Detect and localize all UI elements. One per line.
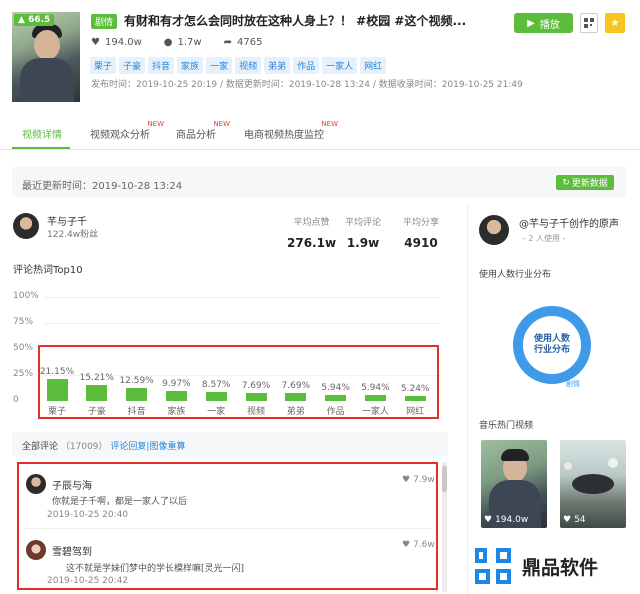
comment-user[interactable]: 雪碧驾到 — [52, 543, 92, 558]
comment-avatar[interactable] — [26, 540, 46, 560]
play-button[interactable]: ▶ 播放 — [514, 13, 573, 33]
comments-count: （17009） — [60, 442, 108, 452]
bar-一家人[interactable] — [364, 394, 386, 401]
bar-一家[interactable] — [205, 392, 227, 401]
heart-icon: ♥ — [484, 515, 493, 525]
category-label: 一家人 — [361, 407, 389, 417]
category-label: 弟弟 — [286, 407, 305, 417]
bar-value-label: 7.69% — [281, 381, 311, 391]
video-like-count: ♥ 194.0w — [484, 515, 529, 525]
bar-value-label: 5.94% — [321, 382, 350, 393]
category-label: 一家 — [207, 407, 226, 417]
watermark-logo: 鼎品软件 — [468, 543, 603, 589]
grid-line — [44, 323, 440, 324]
category-label: 抖音 — [127, 407, 146, 417]
bar-视频[interactable] — [245, 393, 267, 401]
play-icon: ▶ — [527, 17, 535, 29]
comment-divider — [24, 528, 432, 529]
comment-keyword-chart: 100% 75% 50% 25% 0 21.15% 栗子 15.21% 子豪 12.59% 抖音 9.… — [0, 0, 468, 430]
bar-栗子[interactable] — [46, 379, 68, 401]
comment-time: 2019-10-25 20:42 — [47, 576, 129, 586]
category-label: 作品 — [326, 407, 345, 417]
bar-value-label: 21.15% — [39, 367, 75, 377]
industry-dist-title: 使用人数行业分布 — [479, 270, 552, 280]
bar-弟弟[interactable] — [285, 393, 307, 401]
y-tick-label: 100% — [13, 291, 39, 301]
bar-value-label: 8.57% — [201, 380, 231, 391]
bar-value-label: 5.94% — [361, 382, 390, 393]
bar-value-label: 15.21% — [79, 373, 114, 384]
comment-likes: ♥ 7.6w — [402, 540, 435, 550]
y-tick-label: 50% — [13, 343, 34, 353]
bar-value-label: 7.69% — [241, 381, 271, 391]
comment-text: 这不就是学妹们梦中的学长模样嘛[灵光一闪] — [66, 564, 245, 574]
music-name[interactable]: @芊与子千创作的原声 — [519, 215, 619, 230]
heart-icon: ♥ — [402, 540, 411, 550]
bar-子豪[interactable] — [86, 385, 108, 401]
bar-value-label: 9.97% — [162, 378, 191, 389]
category-label: 栗子 — [47, 407, 66, 417]
comments-scrollbar-thumb[interactable] — [442, 466, 447, 492]
comment-text: 你就是子千啊，都是一家人了以后 — [52, 497, 188, 507]
y-tick-label: 25% — [13, 369, 34, 379]
favorite-button[interactable]: ★ — [605, 13, 625, 33]
bar-网红[interactable] — [404, 395, 426, 401]
music-avatar[interactable] — [479, 215, 509, 245]
category-label: 视频 — [246, 407, 265, 417]
watermark-text: 鼎品软件 — [522, 556, 599, 579]
comment-user[interactable]: 子辰与海 — [52, 477, 92, 492]
comment-avatar[interactable] — [26, 474, 46, 494]
bar-value-label: 5.24% — [400, 383, 430, 394]
qr-code-button[interactable] — [580, 13, 598, 33]
heart-icon: ♥ — [563, 515, 572, 525]
bar-抖音[interactable] — [126, 387, 148, 401]
grid-line — [44, 297, 440, 298]
category-label: 子豪 — [87, 407, 106, 417]
comment-time: 2019-10-25 20:40 — [47, 510, 129, 520]
category-label: 网红 — [406, 407, 425, 417]
qr-icon — [584, 18, 594, 28]
category-label: 家族 — [167, 407, 186, 417]
hot-videos-title: 音乐热门视频 — [479, 421, 534, 431]
video-like-count: ♥ 54 — [563, 515, 586, 525]
music-hot-video-thumb[interactable]: ♥ 54 — [560, 440, 626, 528]
music-users: - 2 人使用 - — [523, 234, 566, 243]
donut-segment-label: 剧情 — [566, 380, 580, 388]
refresh-data-button[interactable]: ↻ 更新数据 — [556, 175, 614, 190]
y-tick-label: 75% — [13, 317, 34, 327]
brand-logo-icon — [475, 548, 511, 584]
bar-作品[interactable] — [325, 394, 347, 401]
industry-donut-chart: 使用人数 行业分布 — [513, 306, 591, 384]
heart-icon: ♥ — [402, 475, 411, 485]
star-icon: ★ — [610, 17, 620, 29]
comments-header: 全部评论 （17009） 评论回复|图像重算 — [12, 432, 448, 456]
comment-likes: ♥ 7.9w — [402, 475, 435, 485]
bar-value-label: 12.59% — [119, 375, 154, 386]
comments-title: 全部评论 （17009） 评论回复|图像重算 — [22, 442, 186, 452]
music-hot-video-thumb[interactable]: ♥ 194.0w — [481, 440, 547, 528]
comment-reply-link[interactable]: 评论回复|图像重算 — [110, 442, 185, 452]
bar-家族[interactable] — [165, 390, 187, 401]
y-tick-label: 0 — [13, 395, 19, 405]
refresh-icon: ↻ — [562, 177, 570, 188]
